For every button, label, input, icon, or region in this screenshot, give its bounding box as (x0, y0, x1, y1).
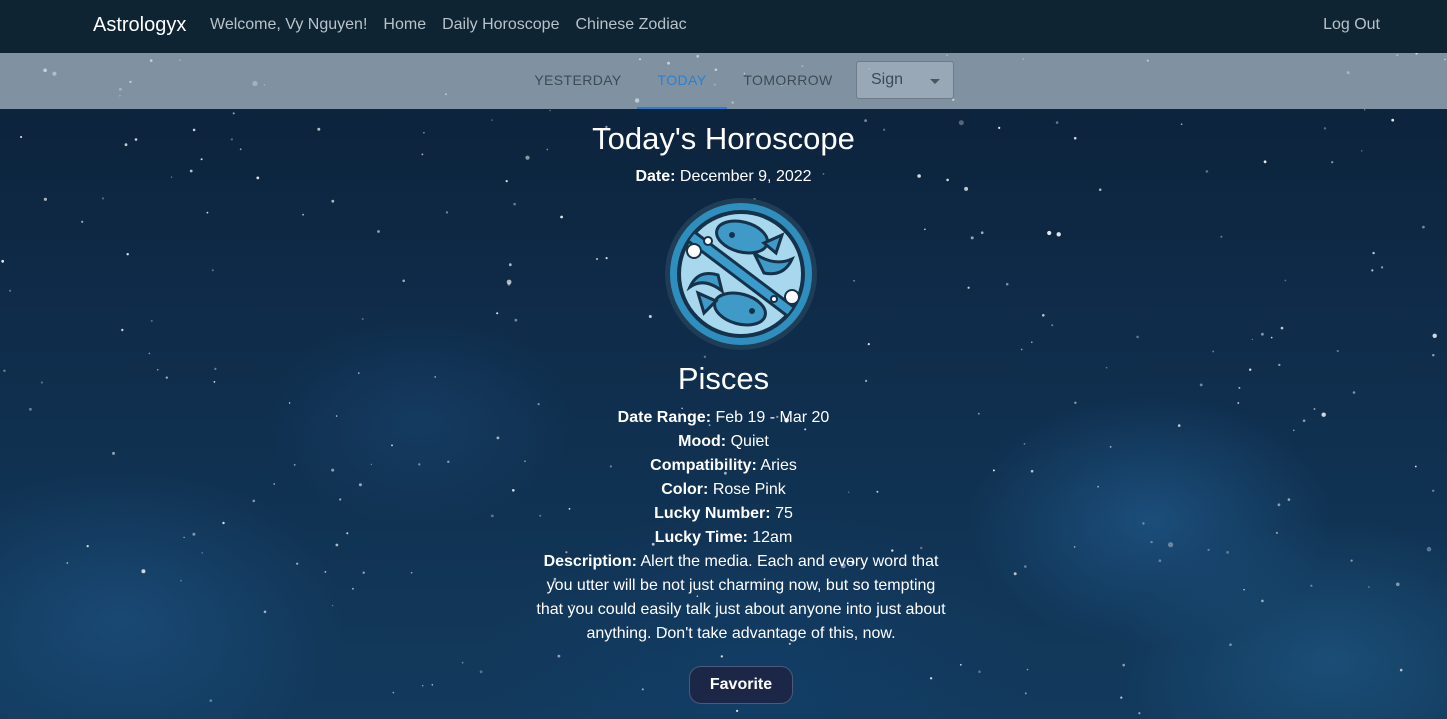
detail-label: Date Range: (617, 409, 712, 426)
detail-lucky-time: Lucky Time: 12am (0, 529, 1447, 547)
top-navbar: Astrologyx Welcome, Vy Nguyen! Home Dail… (0, 0, 1447, 53)
date-value: December 9, 2022 (679, 168, 812, 185)
detail-label: Compatibility: (650, 457, 757, 474)
detail-value: Aries (760, 457, 797, 474)
date-line: Date: December 9, 2022 (0, 168, 1447, 186)
detail-label: Lucky Time: (654, 529, 748, 546)
nav-chinese-zodiac[interactable]: Chinese Zodiac (575, 16, 686, 34)
detail-value: 75 (775, 505, 793, 522)
date-label: Date: (635, 168, 676, 185)
detail-lucky-number: Lucky Number: 75 (0, 505, 1447, 523)
day-tabs-bar: YESTERDAY TODAY TOMORROW Sign (0, 53, 1447, 109)
nav-daily-horoscope[interactable]: Daily Horoscope (442, 16, 559, 34)
nav-links: Welcome, Vy Nguyen! Home Daily Horoscope… (210, 16, 687, 34)
detail-color: Color: Rose Pink (0, 481, 1447, 499)
detail-value: Feb 19 - Mar 20 (715, 409, 830, 426)
welcome-link[interactable]: Welcome, Vy Nguyen! (210, 16, 367, 34)
tab-tomorrow[interactable]: TOMORROW (741, 53, 835, 107)
sign-select-value: Sign (871, 71, 904, 88)
tab-today[interactable]: TODAY (637, 53, 727, 109)
detail-label: Lucky Number: (654, 505, 771, 522)
detail-value: 12am (752, 529, 793, 546)
detail-label: Mood: (678, 433, 727, 450)
detail-value: Rose Pink (712, 481, 786, 498)
detail-label: Color: (661, 481, 709, 498)
favorite-button[interactable]: Favorite (689, 666, 793, 704)
description: Description: Alert the media. Each and e… (536, 550, 946, 646)
logout-link[interactable]: Log Out (1323, 16, 1380, 34)
tab-yesterday[interactable]: YESTERDAY (533, 53, 623, 107)
detail-mood: Mood: Quiet (0, 433, 1447, 451)
pisces-zodiac-icon (665, 198, 817, 350)
detail-date-range: Date Range: Feb 19 - Mar 20 (0, 409, 1447, 427)
brand-logo[interactable]: Astrologyx (93, 14, 186, 37)
sign-name: Pisces (677, 361, 770, 396)
description-label: Description: (543, 553, 637, 570)
chevron-down-icon (930, 79, 940, 84)
page-title: Today's Horoscope (592, 121, 855, 156)
detail-compatibility: Compatibility: Aries (0, 457, 1447, 475)
nav-home[interactable]: Home (383, 16, 426, 34)
sign-select[interactable]: Sign (856, 61, 954, 99)
detail-value: Quiet (730, 433, 769, 450)
